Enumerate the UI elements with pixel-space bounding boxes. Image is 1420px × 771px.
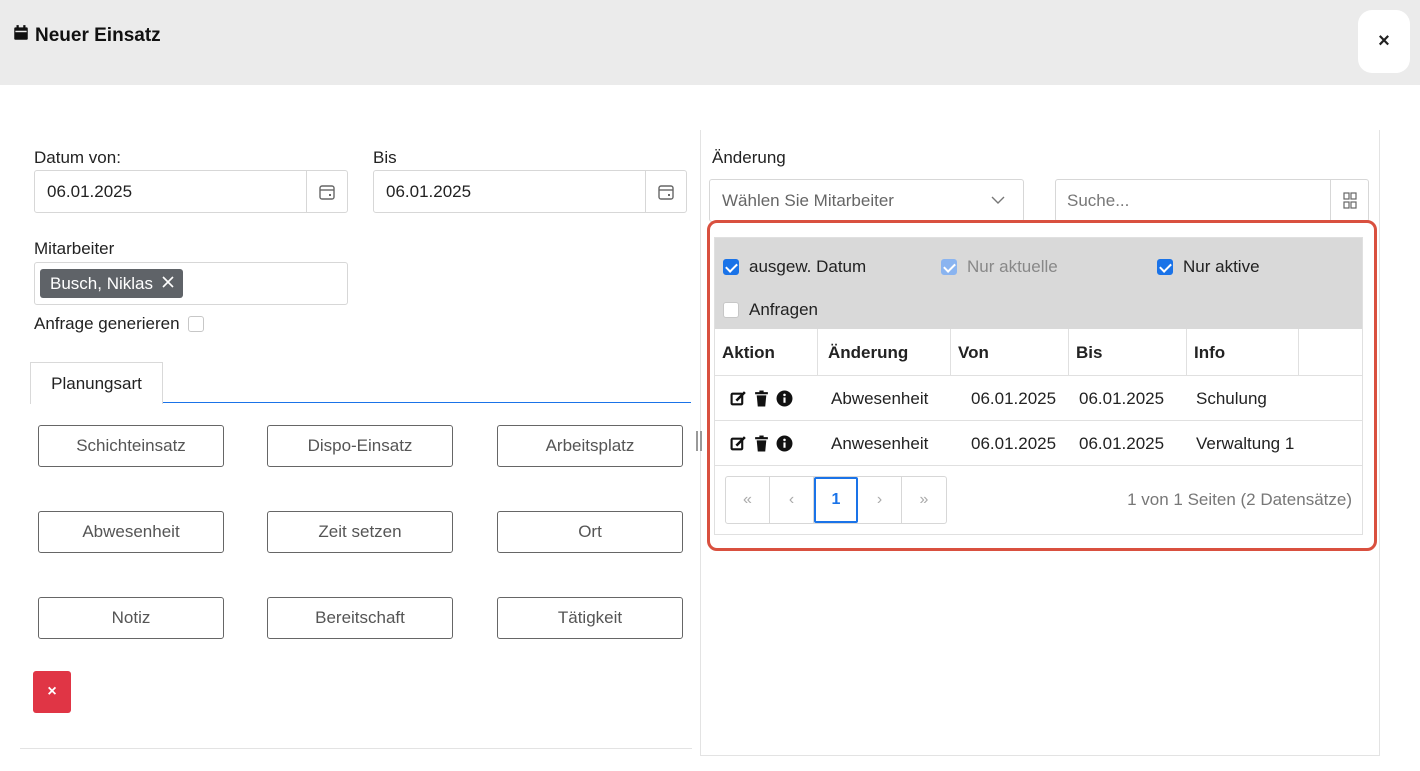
mitarbeiter-tag: Busch, Niklas xyxy=(40,269,183,298)
dialog-title-text: Neuer Einsatz xyxy=(35,25,161,46)
edit-icon[interactable] xyxy=(730,435,747,452)
edit-icon[interactable] xyxy=(730,390,747,407)
prev-page-button[interactable]: ‹ xyxy=(770,477,814,523)
abwesenheit-button[interactable]: Abwesenheit xyxy=(38,511,224,553)
bereitschaft-button[interactable]: Bereitschaft xyxy=(267,597,453,639)
calendar-icon[interactable] xyxy=(645,171,686,212)
next-page-button[interactable]: › xyxy=(858,477,902,523)
mitarbeiter-tag-label: Busch, Niklas xyxy=(50,273,153,293)
delete-button[interactable]: × xyxy=(33,671,71,713)
filter-ausgew-datum[interactable]: ausgew. Datum xyxy=(723,257,866,277)
notiz-button[interactable]: Notiz xyxy=(38,597,224,639)
mitarbeiter-label: Mitarbeiter xyxy=(34,239,115,258)
last-page-button[interactable]: » xyxy=(902,477,946,523)
cell-bis: 06.01.2025 xyxy=(1079,388,1165,408)
page-1-button[interactable]: 1 xyxy=(814,477,858,523)
cell-aenderung: Abwesenheit xyxy=(831,388,929,408)
trash-icon[interactable] xyxy=(754,390,769,407)
column-header-aktion[interactable]: Aktion xyxy=(715,329,818,376)
grid-header: Aktion Änderung Von Bis Info xyxy=(715,329,1362,376)
nur-aktuelle-checkbox xyxy=(941,259,957,275)
filter-anfragen[interactable]: Anfragen xyxy=(723,300,818,320)
zeit-setzen-button[interactable]: Zeit setzen xyxy=(267,511,453,553)
select-placeholder: Wählen Sie Mitarbeiter xyxy=(722,190,894,210)
filter-label: ausgew. Datum xyxy=(749,257,867,276)
anfrage-checkbox[interactable] xyxy=(187,316,204,332)
cell-aenderung: Anwesenheit xyxy=(831,433,929,453)
trash-icon[interactable] xyxy=(754,435,769,452)
tab-underline xyxy=(163,402,691,403)
column-header-aenderung[interactable]: Änderung xyxy=(818,329,951,376)
bis-input[interactable]: 06.01.2025 xyxy=(373,170,687,213)
datum-von-input[interactable]: 06.01.2025 xyxy=(34,170,348,213)
close-button[interactable]: × xyxy=(1358,10,1410,73)
dialog-header: Neuer Einsatz × xyxy=(0,0,1420,85)
column-header-empty xyxy=(1299,329,1362,376)
tab-planungsart[interactable]: Planungsart xyxy=(30,362,163,404)
bis-value[interactable]: 06.01.2025 xyxy=(374,171,645,212)
cell-info: Schulung xyxy=(1196,388,1267,408)
anfrage-generieren: Anfrage generieren xyxy=(34,314,204,334)
filter-area: ausgew. Datum Nur aktuelle Nur aktive An… xyxy=(715,238,1362,329)
dispo-einsatz-button[interactable]: Dispo-Einsatz xyxy=(267,425,453,467)
anfragen-checkbox[interactable] xyxy=(723,302,739,318)
nur-aktive-checkbox[interactable] xyxy=(1157,259,1173,275)
datum-von-value[interactable]: 06.01.2025 xyxy=(35,171,306,212)
search-input[interactable]: Suche... xyxy=(1056,180,1330,221)
calendar-icon xyxy=(12,24,30,48)
divider xyxy=(20,748,692,749)
row-actions xyxy=(730,376,793,421)
dialog-title: Neuer Einsatz xyxy=(12,24,161,48)
cell-info: Verwaltung 1 xyxy=(1196,433,1295,453)
cell-von: 06.01.2025 xyxy=(971,433,1057,453)
filter-label: Nur aktive xyxy=(1183,257,1260,276)
column-header-von[interactable]: Von xyxy=(951,329,1069,376)
table-row[interactable]: Anwesenheit 06.01.2025 06.01.2025 Verwal… xyxy=(715,421,1362,466)
info-icon[interactable] xyxy=(776,390,793,407)
cell-bis: 06.01.2025 xyxy=(1079,433,1165,453)
chevron-down-icon xyxy=(991,192,1005,208)
column-header-info[interactable]: Info xyxy=(1187,329,1299,376)
calendar-icon[interactable] xyxy=(306,171,347,212)
aenderung-grid: ausgew. Datum Nur aktuelle Nur aktive An… xyxy=(714,237,1363,535)
cell-von: 06.01.2025 xyxy=(971,388,1057,408)
anfrage-label: Anfrage generieren xyxy=(34,314,180,333)
ausgew-datum-checkbox[interactable] xyxy=(723,259,739,275)
table-row[interactable]: Abwesenheit 06.01.2025 06.01.2025 Schulu… xyxy=(715,376,1362,421)
datum-von-label: Datum von: xyxy=(34,148,121,167)
schichteinsatz-button[interactable]: Schichteinsatz xyxy=(38,425,224,467)
filter-nur-aktive[interactable]: Nur aktive xyxy=(1157,257,1260,277)
aenderung-label: Änderung xyxy=(712,148,786,167)
pager-info: 1 von 1 Seiten (2 Datensätze) xyxy=(1127,490,1352,509)
filter-label: Nur aktuelle xyxy=(967,257,1058,276)
pagination: « ‹ 1 › » xyxy=(725,476,947,524)
column-header-bis[interactable]: Bis xyxy=(1069,329,1187,376)
ort-button[interactable]: Ort xyxy=(497,511,683,553)
resize-handle[interactable] xyxy=(696,431,702,451)
sort-icon[interactable] xyxy=(1330,180,1368,221)
taetigkeit-button[interactable]: Tätigkeit xyxy=(497,597,683,639)
search-box[interactable]: Suche... xyxy=(1055,179,1369,222)
remove-tag-icon[interactable] xyxy=(161,274,175,294)
first-page-button[interactable]: « xyxy=(726,477,770,523)
filter-label: Anfragen xyxy=(749,300,818,319)
filter-nur-aktuelle: Nur aktuelle xyxy=(941,257,1058,277)
mitarbeiter-tagbox[interactable]: Busch, Niklas xyxy=(34,262,348,305)
info-icon[interactable] xyxy=(776,435,793,452)
bis-label: Bis xyxy=(373,148,397,167)
row-actions xyxy=(730,421,793,466)
arbeitsplatz-button[interactable]: Arbeitsplatz xyxy=(497,425,683,467)
mitarbeiter-select[interactable]: Wählen Sie Mitarbeiter xyxy=(709,179,1024,222)
